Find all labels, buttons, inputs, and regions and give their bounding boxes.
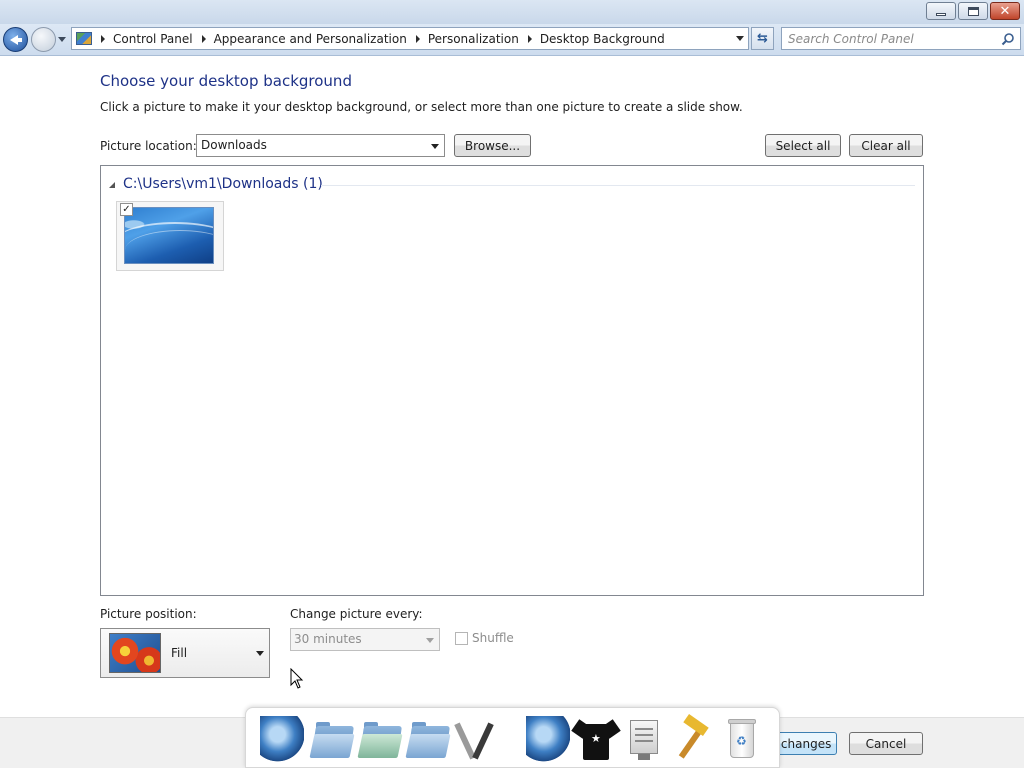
globe-icon[interactable] — [526, 716, 570, 762]
wallpaper-image[interactable] — [124, 207, 214, 264]
chevron-right-icon[interactable] — [527, 34, 532, 43]
monitor-screen — [630, 720, 658, 754]
control-panel-icon — [76, 32, 92, 45]
recycle-icon: ♻ — [736, 734, 747, 748]
breadcrumb-personalization[interactable]: Personalization — [428, 32, 519, 46]
change-picture-label: Change picture every: — [290, 607, 423, 621]
change-interval-dropdown[interactable]: 30 minutes — [290, 628, 440, 651]
chevron-down-icon — [431, 144, 439, 149]
chevron-down-icon — [256, 651, 264, 656]
gallery-group-header[interactable]: C:\Users\vm1\Downloads (1) — [109, 176, 323, 192]
recent-pages-dropdown[interactable] — [58, 37, 66, 42]
folder-front — [405, 734, 451, 758]
group-divider — [321, 185, 915, 186]
text-line — [635, 734, 653, 736]
breadcrumb-control-panel[interactable]: Control Panel — [113, 32, 193, 46]
text-line — [635, 728, 653, 730]
star-icon: ★ — [591, 732, 601, 745]
tool-right — [472, 722, 494, 760]
recycle-bin-icon[interactable]: ♻ — [720, 716, 764, 762]
monitor-stand — [638, 754, 650, 760]
forward-button[interactable] — [31, 27, 56, 52]
wallpaper-thumbnail[interactable]: ✓ — [116, 201, 224, 271]
wallpaper-checkbox[interactable]: ✓ — [120, 203, 133, 216]
restore-icon — [967, 6, 979, 16]
gallery-group-label: C:\Users\vm1\Downloads (1) — [123, 176, 323, 192]
back-button[interactable] — [3, 27, 28, 52]
globe-icon[interactable] — [260, 716, 304, 762]
picture-location-value: Downloads — [201, 138, 267, 152]
text-line — [635, 740, 653, 742]
chevron-right-icon[interactable] — [415, 34, 420, 43]
refresh-button[interactable]: ⇆ — [751, 27, 774, 50]
tshirt-icon[interactable]: ★ — [571, 716, 621, 762]
page-instructions: Click a picture to make it your desktop … — [100, 100, 743, 114]
picture-gallery[interactable]: C:\Users\vm1\Downloads (1) ✓ — [100, 165, 924, 596]
close-icon: ✕ — [999, 3, 1011, 19]
chevron-down-icon — [426, 638, 434, 643]
document-monitor-icon[interactable] — [622, 716, 666, 762]
clear-all-button[interactable]: Clear all — [849, 134, 923, 157]
address-dropdown-icon[interactable] — [736, 36, 744, 41]
address-bar[interactable]: Control Panel Appearance and Personaliza… — [71, 27, 749, 50]
picture-position-label: Picture position: — [100, 607, 197, 621]
change-interval-value: 30 minutes — [294, 632, 362, 646]
tools-icon[interactable] — [454, 716, 498, 762]
shuffle-checkbox[interactable] — [455, 632, 468, 645]
picture-location-dropdown[interactable]: Downloads — [196, 134, 445, 157]
search-box[interactable] — [781, 27, 1021, 50]
breadcrumb-desktop-background[interactable]: Desktop Background — [540, 32, 665, 46]
minimize-icon — [936, 12, 946, 16]
select-all-button[interactable]: Select all — [765, 134, 841, 157]
cancel-button[interactable]: Cancel — [849, 732, 923, 755]
page-title: Choose your desktop background — [100, 72, 352, 90]
chevron-right-icon[interactable] — [101, 34, 105, 43]
bin-lid — [728, 719, 756, 724]
folder-icon[interactable] — [405, 716, 451, 762]
navigation-bar: Control Panel Appearance and Personaliza… — [0, 24, 1024, 56]
picture-location-label: Picture location: — [100, 139, 197, 153]
collapse-triangle-icon[interactable] — [109, 182, 115, 188]
restore-button[interactable] — [958, 2, 988, 20]
folder-front — [357, 734, 403, 758]
position-preview-image — [109, 633, 161, 673]
picture-position-value: Fill — [171, 646, 188, 660]
folder-icon[interactable] — [309, 716, 355, 762]
picture-position-dropdown[interactable]: Fill — [100, 628, 270, 678]
minimize-button[interactable] — [926, 2, 956, 20]
close-button[interactable]: ✕ — [990, 2, 1020, 20]
shuffle-label: Shuffle — [472, 631, 514, 645]
dock-bar: ★ ♻ — [245, 707, 780, 768]
browse-button[interactable]: Browse... — [454, 134, 531, 157]
search-input[interactable] — [788, 31, 998, 47]
refresh-icon: ⇆ — [757, 31, 768, 46]
window-title-bar: ✕ — [0, 0, 1024, 24]
mouse-cursor-icon — [290, 668, 304, 689]
folder-front — [309, 734, 355, 758]
search-icon[interactable] — [1001, 32, 1015, 46]
chevron-right-icon[interactable] — [201, 34, 206, 43]
hammer-icon[interactable] — [670, 714, 714, 762]
breadcrumb-appearance[interactable]: Appearance and Personalization — [214, 32, 407, 46]
music-folder-icon[interactable] — [357, 716, 403, 762]
